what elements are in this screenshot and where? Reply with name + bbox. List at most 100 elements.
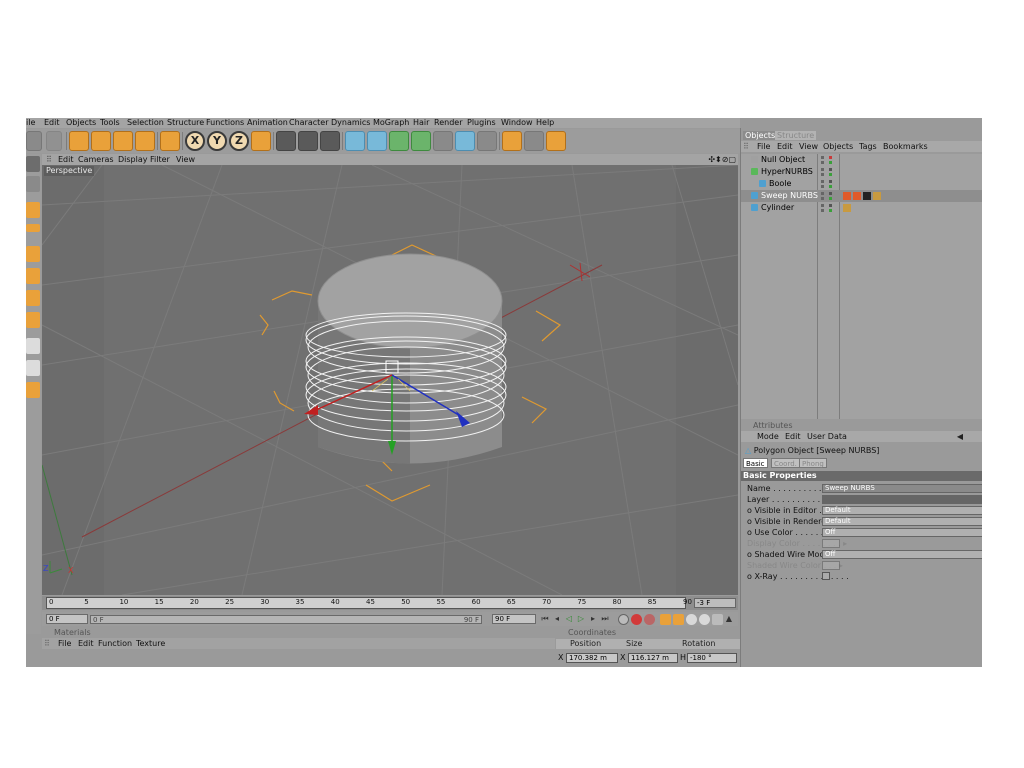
- menu-item[interactable]: Functions: [206, 118, 244, 128]
- viewport-menu-item[interactable]: Edit: [58, 154, 74, 165]
- property-value-field[interactable]: Default: [822, 517, 982, 526]
- object-row[interactable]: HyperNURBS: [741, 166, 982, 178]
- tab-objects[interactable]: Objects: [743, 131, 778, 140]
- scale-icon[interactable]: [113, 131, 133, 151]
- enable-dots-icon[interactable]: [829, 204, 832, 212]
- position-x-field[interactable]: 170.382 m: [566, 653, 618, 663]
- render-picture-viewer-icon[interactable]: [298, 131, 318, 151]
- tab-phong[interactable]: Phong: [799, 458, 827, 468]
- scene-icon[interactable]: [546, 131, 566, 151]
- object-menu-item[interactable]: View: [799, 141, 818, 152]
- timeline-expand-icon[interactable]: ▲: [724, 614, 734, 624]
- visibility-dots-icon[interactable]: [821, 168, 824, 176]
- move-icon[interactable]: [91, 131, 111, 151]
- y-axis-lock-button[interactable]: Y: [207, 131, 227, 151]
- property-value-field[interactable]: Off: [822, 550, 982, 559]
- object-row[interactable]: Cylinder: [741, 202, 982, 214]
- size-x-field[interactable]: 116.127 m: [628, 653, 678, 663]
- object-menu-item[interactable]: Edit: [777, 141, 793, 152]
- object-menu-item[interactable]: Tags: [859, 141, 877, 152]
- next-frame-icon[interactable]: ▸: [588, 614, 598, 624]
- object-row[interactable]: Boole: [741, 178, 982, 190]
- menu-item[interactable]: Selection: [127, 118, 164, 128]
- materials-menu-item[interactable]: Texture: [136, 638, 165, 649]
- viewport-menu-item[interactable]: Display: [118, 154, 148, 165]
- play-backward-icon[interactable]: ◁: [564, 614, 574, 624]
- attributes-menu-item[interactable]: Mode: [757, 431, 779, 442]
- materials-menu-item[interactable]: File: [58, 638, 71, 649]
- deformer-icon[interactable]: [433, 131, 453, 151]
- materials-menu-item[interactable]: Edit: [78, 638, 94, 649]
- key-rotation-icon[interactable]: [686, 614, 697, 625]
- property-value-field[interactable]: Default: [822, 506, 982, 515]
- timeline-ruler[interactable]: 0 5 10 15 20 25 30 35 40 45 50 55 60 65 70 75 80 85 90: [46, 597, 692, 609]
- timeline-end-field[interactable]: -3 F: [694, 598, 736, 608]
- viewport-nav-icons[interactable]: ✣⬍⊘▢: [708, 154, 736, 165]
- object-name[interactable]: HyperNURBS: [761, 167, 813, 177]
- texture-tag-icon[interactable]: [843, 204, 851, 212]
- object-row[interactable]: Null Object: [741, 154, 982, 166]
- autokey-icon[interactable]: [644, 614, 655, 625]
- key-pla-icon[interactable]: [712, 614, 723, 625]
- menu-item[interactable]: Tools: [100, 118, 120, 128]
- object-menu-item[interactable]: Objects: [823, 141, 853, 152]
- menu-item[interactable]: ile: [26, 118, 35, 128]
- visibility-dots-icon[interactable]: [821, 192, 824, 200]
- attributes-menu-item[interactable]: Edit: [785, 431, 801, 442]
- floor-icon[interactable]: [455, 131, 475, 151]
- menu-item[interactable]: MoGraph: [373, 118, 409, 128]
- undo-icon[interactable]: [26, 131, 42, 151]
- menu-item[interactable]: Edit: [44, 118, 60, 128]
- spline-pen-icon[interactable]: [367, 131, 387, 151]
- points-tool-icon[interactable]: [26, 246, 40, 262]
- object-row[interactable]: Sweep NURBS: [741, 190, 982, 202]
- preview-range-slider[interactable]: 0 F 90 F: [90, 615, 482, 624]
- viewport-menu-item[interactable]: Cameras: [78, 154, 114, 165]
- back-arrow-icon[interactable]: ◀: [957, 431, 963, 442]
- menu-item[interactable]: Help: [536, 118, 554, 128]
- property-value-field[interactable]: [822, 495, 982, 504]
- attributes-menu-item[interactable]: User Data: [807, 431, 847, 442]
- checker-icon[interactable]: [26, 338, 40, 354]
- texture-tool-icon[interactable]: [26, 224, 40, 232]
- object-name[interactable]: Null Object: [761, 155, 805, 165]
- enable-dots-icon[interactable]: [829, 156, 832, 164]
- viewport-menu-item[interactable]: View: [176, 154, 195, 165]
- recent-tool-icon[interactable]: [160, 131, 180, 151]
- key-parameter-icon[interactable]: [699, 614, 710, 625]
- enable-dots-icon[interactable]: [829, 192, 832, 200]
- menu-item[interactable]: Plugins: [467, 118, 496, 128]
- object-tag-icon[interactable]: [853, 192, 861, 200]
- make-editable-icon[interactable]: [26, 156, 40, 172]
- layout-icon[interactable]: [524, 131, 544, 151]
- object-tag-icon[interactable]: [863, 192, 871, 200]
- visibility-dots-icon[interactable]: [821, 180, 824, 188]
- goto-start-icon[interactable]: ⏮: [540, 614, 550, 624]
- play-forward-icon[interactable]: ▷: [576, 614, 586, 624]
- object-name[interactable]: Boole: [769, 179, 791, 189]
- workplane-icon[interactable]: [26, 312, 40, 328]
- object-menu-item[interactable]: Bookmarks: [883, 141, 928, 152]
- perspective-viewport[interactable]: Z X Perspective: [42, 165, 738, 595]
- tab-basic[interactable]: Basic: [743, 458, 768, 468]
- menu-item[interactable]: Animation: [247, 118, 288, 128]
- menu-item[interactable]: Objects: [66, 118, 96, 128]
- rotate-icon[interactable]: [135, 131, 155, 151]
- model-tool-icon[interactable]: [26, 176, 40, 192]
- menu-item[interactable]: Hair: [413, 118, 429, 128]
- max-frame-field[interactable]: 90 F: [492, 614, 536, 624]
- z-axis-lock-button[interactable]: Z: [229, 131, 249, 151]
- render-view-icon[interactable]: [276, 131, 296, 151]
- edges-tool-icon[interactable]: [26, 268, 40, 284]
- tweak-icon[interactable]: [26, 360, 40, 376]
- object-menu-item[interactable]: File: [757, 141, 770, 152]
- record-icon[interactable]: [631, 614, 642, 625]
- goto-end-icon[interactable]: ⏭: [600, 614, 610, 624]
- visibility-dots-icon[interactable]: [821, 204, 824, 212]
- object-tool-icon[interactable]: [26, 202, 40, 218]
- x-axis-lock-button[interactable]: X: [185, 131, 205, 151]
- xray-checkbox[interactable]: [822, 572, 830, 580]
- object-tag-icon[interactable]: [873, 192, 881, 200]
- menu-item[interactable]: Structure: [167, 118, 204, 128]
- key-scale-icon[interactable]: [673, 614, 684, 625]
